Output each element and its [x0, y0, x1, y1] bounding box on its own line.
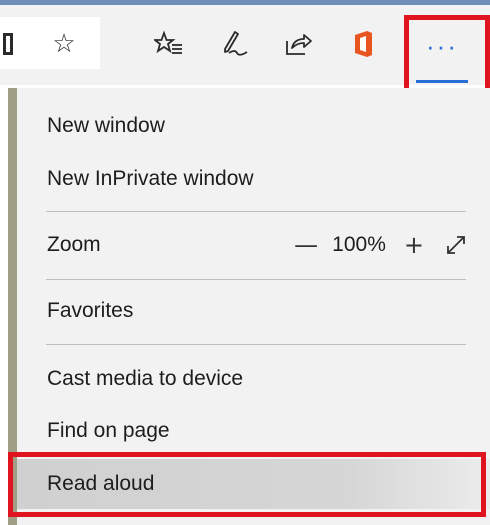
menu-item-zoom: Zoom — 100% + — [17, 219, 490, 271]
zoom-controls: — 100% + — [294, 219, 468, 271]
hub-icon[interactable] — [149, 27, 189, 61]
highlight-box-more-actions — [404, 15, 490, 95]
office-icon[interactable] — [343, 27, 383, 61]
menu-item-find-on-page[interactable]: Find on page — [17, 405, 490, 457]
zoom-out-button[interactable]: — — [294, 231, 318, 259]
zoom-level: 100% — [332, 233, 386, 256]
menu-item-label: Favorites — [47, 299, 134, 322]
zoom-in-button[interactable]: + — [404, 231, 424, 259]
menu-item-label: Find on page — [47, 419, 170, 442]
reading-view-icon[interactable] — [0, 27, 22, 61]
fullscreen-icon[interactable] — [444, 233, 468, 257]
menu-item-new-inprivate-window[interactable]: New InPrivate window — [17, 153, 490, 205]
menu-separator — [46, 344, 466, 345]
menu-item-cast-media[interactable]: Cast media to device — [17, 353, 490, 405]
menu-item-label: Cast media to device — [47, 367, 244, 390]
web-note-icon[interactable] — [214, 27, 254, 61]
share-icon[interactable] — [278, 27, 318, 61]
zoom-label: Zoom — [47, 233, 101, 256]
favorite-star-icon[interactable]: ☆ — [44, 27, 84, 61]
menu-item-new-window[interactable]: New window — [17, 100, 490, 152]
menu-item-label: New window — [47, 114, 165, 137]
menu-item-favorites[interactable]: Favorites — [17, 285, 490, 337]
highlight-box-read-aloud — [8, 452, 486, 517]
menu-separator — [46, 211, 466, 212]
menu-separator — [46, 279, 466, 280]
menu-item-label: New InPrivate window — [47, 167, 254, 190]
